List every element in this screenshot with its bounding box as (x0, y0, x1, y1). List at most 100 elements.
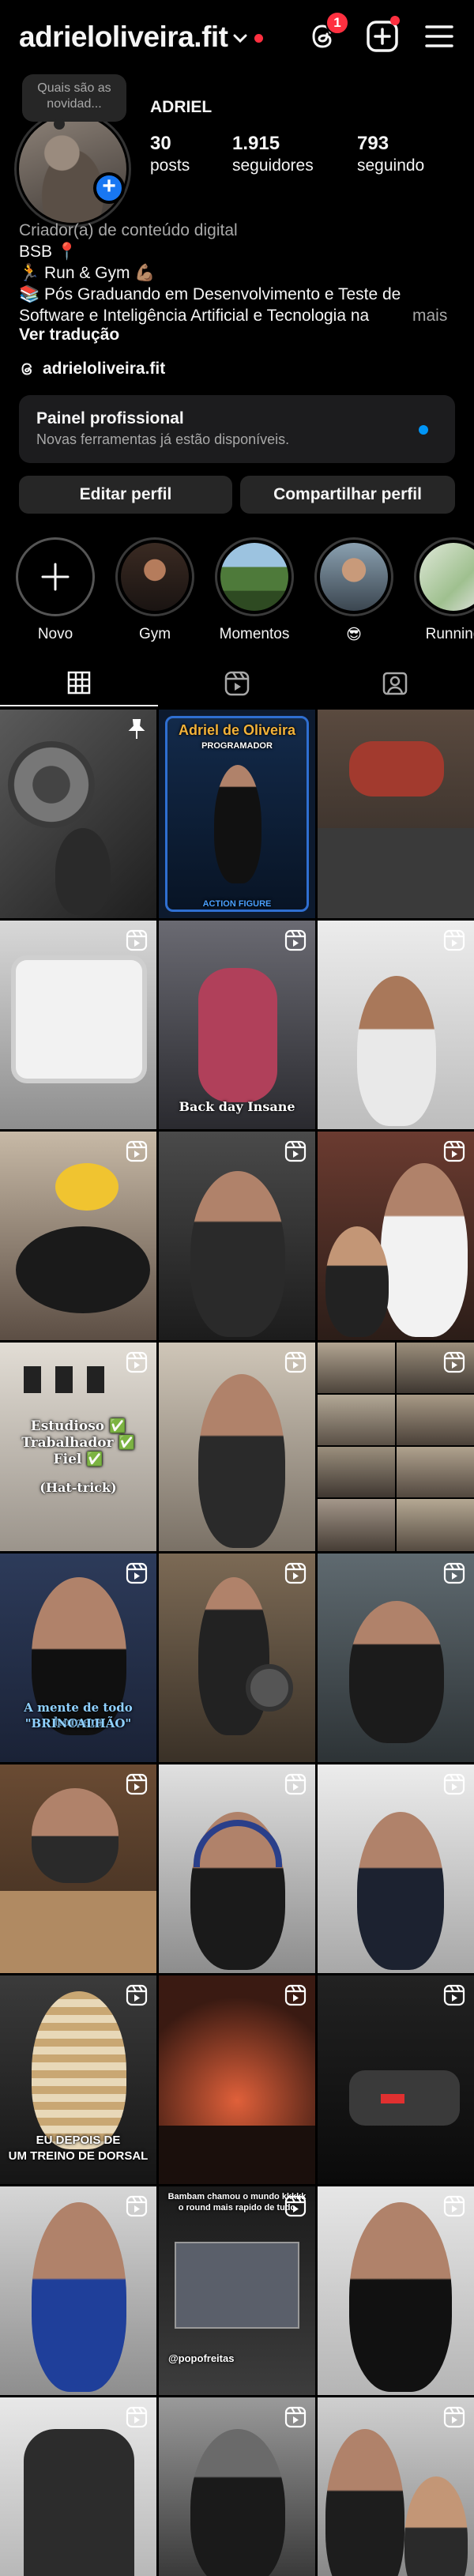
bio-line: Software e Inteligência Artificial e Tec… (19, 307, 370, 325)
reel-icon (126, 1984, 148, 2006)
highlight-cover (220, 543, 288, 611)
stat-followers[interactable]: 1.915 seguidores (232, 133, 314, 175)
highlight-new[interactable]: Novo (14, 537, 96, 643)
grid-post[interactable]: Bambam chamou o mundo kkkkk o round mais… (159, 2186, 315, 2395)
person-silhouette (349, 2202, 452, 2392)
person-silhouette (55, 828, 111, 915)
reel-icon (126, 1140, 148, 1162)
grid-post[interactable] (318, 2186, 474, 2395)
share-profile-button[interactable]: Compartilhar perfil (240, 476, 455, 514)
reel-icon (443, 2406, 465, 2428)
grid-post[interactable] (159, 2397, 315, 2576)
stat-value: 793 (357, 133, 389, 154)
child-silhouette (404, 2476, 468, 2576)
collage-tile (397, 1395, 474, 1445)
bio-category: Criador(a) de conteúdo digital (19, 221, 238, 239)
stat-posts[interactable]: 30 posts (150, 133, 190, 175)
person-silhouette (357, 1812, 444, 1970)
reel-icon (284, 1562, 307, 1584)
tab-tagged[interactable] (316, 661, 474, 706)
person-silhouette (190, 1171, 285, 1337)
reel-icon (284, 1773, 307, 1795)
display-name: ADRIEL (150, 98, 213, 116)
person-silhouette (325, 2429, 404, 2576)
threads-badge: 1 (325, 11, 349, 35)
profile-username[interactable]: adrieloliveira.fit (19, 21, 228, 54)
person-silhouette (214, 765, 261, 883)
grid-post[interactable] (0, 2397, 156, 2576)
kettlebell (246, 1664, 293, 1712)
stat-value: 30 (150, 133, 171, 154)
grid-post[interactable] (159, 1554, 315, 1762)
person-silhouette (190, 2429, 285, 2576)
grid-post[interactable] (159, 1132, 315, 1340)
bio-more-link[interactable]: mais (412, 305, 447, 326)
grid-post[interactable] (0, 1132, 156, 1340)
stat-following[interactable]: 793 seguindo (357, 133, 424, 175)
dashboard-light (381, 2094, 404, 2103)
post-caption: (Hat-trick) (40, 1480, 117, 1495)
tab-posts-grid[interactable] (0, 661, 158, 706)
edit-profile-button[interactable]: Editar perfil (19, 476, 232, 514)
menu-icon[interactable] (422, 19, 457, 54)
bio-line: BSB 📍 (19, 243, 78, 261)
reel-icon (443, 1351, 465, 1373)
highlight-cover (121, 543, 189, 611)
grid-post[interactable]: Back day Insane (159, 921, 315, 1129)
frying-pan (16, 1226, 150, 1313)
grid-post[interactable]: Estudioso ✅ Trabalhador ✅ Fiel ✅ (Hat-tr… (0, 1343, 156, 1551)
grid-post[interactable]: A mente de todo homem "BRINCALHÃO" (0, 1554, 156, 1762)
grid-post[interactable]: EU DEPOIS DE UM TREINO DE DORSAL (0, 1975, 156, 2184)
highlight-circle (314, 537, 393, 616)
tab-reels[interactable] (158, 661, 316, 706)
grid-post[interactable] (159, 1343, 315, 1551)
grid-post[interactable] (318, 1132, 474, 1340)
grid-post[interactable] (0, 2186, 156, 2395)
highlight-sunglasses[interactable]: 😎 (313, 537, 395, 644)
bio-line: 📚 Pós Graduando em Desenvolvimento e Tes… (19, 285, 401, 303)
reel-icon (443, 2195, 465, 2217)
crowd (159, 2126, 315, 2184)
threads-icon (21, 363, 32, 375)
reel-icon (443, 929, 465, 951)
create-dot (390, 16, 400, 25)
grid-post[interactable] (318, 1343, 474, 1551)
person-silhouette (32, 1991, 126, 2149)
chevron-down-icon[interactable] (231, 28, 250, 47)
reel-icon (126, 929, 148, 951)
grid-post[interactable] (318, 1975, 474, 2184)
reel-icon (284, 1140, 307, 1162)
grid-post[interactable] (318, 1554, 474, 1762)
gym-floor (318, 828, 474, 918)
bio-line: 🏃 Run & Gym 💪🏽 (19, 264, 156, 282)
grid-post[interactable] (159, 1975, 315, 2184)
person-silhouette (32, 1788, 118, 1883)
add-story-button[interactable]: + (93, 172, 125, 204)
grid-post[interactable] (159, 1764, 315, 1973)
highlight-gym[interactable]: Gym (114, 537, 196, 643)
grid-post[interactable] (318, 710, 474, 918)
wall-frame (87, 1366, 104, 1393)
professional-dashboard-title: Painel profissional (36, 409, 184, 427)
grid-post[interactable] (318, 921, 474, 1129)
grid-post[interactable] (318, 1764, 474, 1973)
highlight-label: Momentos (219, 626, 290, 642)
post-caption: ACTION FIGURE (202, 899, 272, 909)
grid-post[interactable]: Adriel de Oliveira PROGRAMADOR ACTION FI… (159, 710, 315, 918)
grid-post[interactable] (0, 1764, 156, 1973)
highlight-momentos[interactable]: Momentos (213, 537, 295, 643)
bio: Criador(a) de conteúdo digital BSB 📍 🏃 R… (19, 220, 461, 326)
highlight-running[interactable]: Running (412, 537, 474, 643)
reel-icon (284, 2195, 307, 2217)
profile-link[interactable]: adrieloliveira.fit (19, 360, 165, 378)
highlight-circle (215, 537, 294, 616)
note-bubble[interactable]: Quais são as novidad... (22, 74, 126, 130)
grid-post[interactable] (0, 710, 156, 918)
grid-post[interactable] (318, 2397, 474, 2576)
grid-post[interactable] (0, 921, 156, 1129)
professional-dashboard[interactable]: Painel profissional Novas ferramentas já… (19, 395, 455, 463)
reel-icon (284, 1984, 307, 2006)
highlight-circle (16, 537, 95, 616)
see-translation-link[interactable]: Ver tradução (19, 326, 119, 345)
avatar[interactable] (14, 111, 131, 228)
